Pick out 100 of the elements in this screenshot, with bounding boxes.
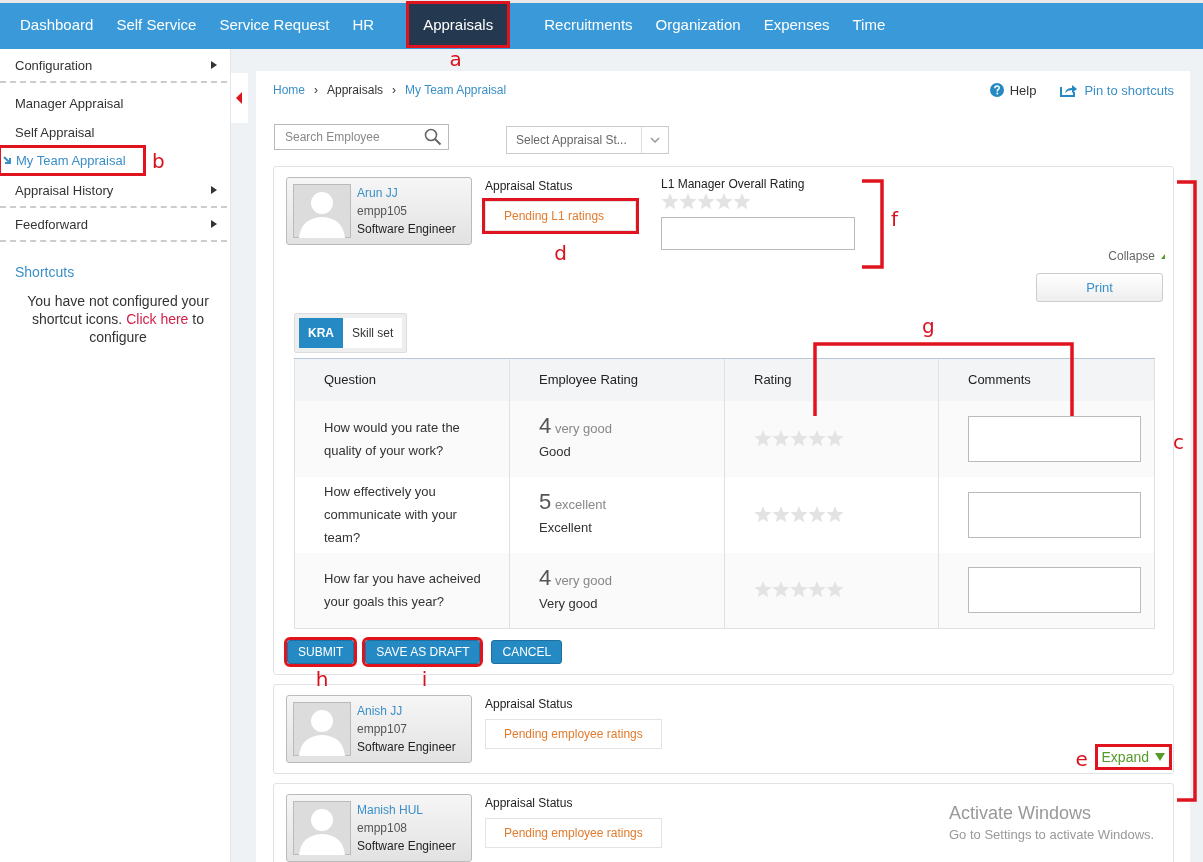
annotation-label: f bbox=[891, 209, 899, 229]
annotation-label: c bbox=[1173, 432, 1184, 452]
breadcrumb-link[interactable]: My Team Appraisal bbox=[405, 83, 507, 97]
status-label: Appraisal Status bbox=[485, 697, 574, 711]
breadcrumb-link[interactable]: Home bbox=[273, 83, 305, 97]
submit-button[interactable]: SUBMIT bbox=[287, 640, 355, 664]
comment-field[interactable] bbox=[968, 415, 1141, 462]
annotation-label: b bbox=[152, 151, 165, 171]
annotation-label: g bbox=[922, 316, 935, 336]
employee-code: empp107 bbox=[357, 721, 409, 738]
score-description: very good bbox=[554, 572, 612, 588]
expand-arrow-icon bbox=[1155, 753, 1165, 761]
star-icon bbox=[715, 193, 733, 211]
search-icon bbox=[424, 128, 442, 146]
employee-title: Software Engineer bbox=[357, 221, 456, 238]
share-icon bbox=[1060, 83, 1079, 97]
annotation-label: e bbox=[1075, 749, 1088, 769]
chevron-down-icon bbox=[650, 137, 660, 143]
star-icon bbox=[826, 505, 844, 524]
status-dropdown[interactable]: Select Appraisal St... bbox=[506, 126, 669, 154]
annotation-label: d bbox=[554, 243, 567, 263]
status-badge: Pending L1 ratings bbox=[485, 201, 636, 231]
toggle-link[interactable]: Expand bbox=[1097, 747, 1169, 767]
sidebar-item[interactable]: Feedforward bbox=[0, 208, 227, 242]
print-button[interactable]: Print bbox=[1036, 273, 1163, 302]
help-icon bbox=[989, 83, 1004, 97]
submenu-arrow-icon bbox=[211, 220, 217, 228]
submenu-arrow-icon bbox=[211, 186, 217, 194]
nav-tab[interactable]: Service Request bbox=[208, 3, 341, 46]
nav-tab[interactable]: HR bbox=[341, 3, 386, 46]
star-icon bbox=[754, 505, 772, 524]
help-link[interactable]: Help bbox=[1009, 82, 1037, 98]
employee-title: Software Engineer bbox=[357, 739, 456, 756]
employee-code: empp108 bbox=[357, 820, 409, 837]
status-badge: Pending employee ratings bbox=[485, 818, 662, 848]
breadcrumb-separator: › bbox=[314, 83, 318, 97]
star-icon bbox=[661, 193, 679, 211]
employee-comment: Excellent bbox=[539, 519, 593, 537]
activation-notice-title: Activate Windows bbox=[949, 803, 1093, 824]
question-cell: How effectively you communicate with your team? bbox=[294, 476, 510, 553]
star-icon bbox=[808, 505, 826, 524]
annotation-label: i bbox=[421, 669, 428, 689]
comment-field[interactable] bbox=[968, 491, 1141, 538]
score-description: excellent bbox=[554, 497, 607, 512]
status-label: Appraisal Status bbox=[485, 796, 574, 810]
configure-link[interactable]: Click here bbox=[126, 311, 189, 327]
nav-tab[interactable]: Recruitments bbox=[533, 3, 644, 46]
tab[interactable]: Skill set bbox=[343, 318, 403, 348]
cancel-button[interactable]: CANCEL bbox=[491, 640, 563, 664]
avatar-icon bbox=[293, 184, 351, 238]
employee-name[interactable]: Arun JJ bbox=[357, 184, 456, 202]
employee-score: 5 bbox=[539, 489, 552, 514]
collapse-sidebar-icon[interactable] bbox=[236, 92, 242, 104]
nav-tab[interactable]: Time bbox=[841, 3, 897, 46]
search-field[interactable]: Search Employee bbox=[274, 124, 449, 150]
shortcuts-heading: Shortcuts bbox=[15, 264, 76, 280]
nav-tab[interactable]: Organization bbox=[644, 3, 752, 46]
dropdown-placeholder: Select Appraisal St... bbox=[515, 133, 628, 147]
search-placeholder: Search Employee bbox=[285, 130, 380, 144]
nav-tab[interactable]: Dashboard bbox=[9, 3, 105, 46]
status-badge: Pending employee ratings bbox=[485, 719, 662, 749]
overall-rating-field[interactable] bbox=[661, 217, 855, 250]
employee-name[interactable]: Manish HUL bbox=[357, 801, 456, 819]
employee-comment: Very good bbox=[539, 594, 599, 613]
question-cell: How far you have acheived your goals this year? bbox=[294, 552, 510, 629]
shortcuts-message: You have not configured your shortcut icons. Click here to configure bbox=[26, 292, 210, 346]
employee-score: 4 bbox=[539, 564, 552, 590]
nav-tab[interactable]: Self Service bbox=[105, 3, 208, 46]
sidebar-item[interactable]: Appraisal History bbox=[0, 174, 227, 208]
score-description: very good bbox=[554, 421, 612, 436]
sidebar-item[interactable]: Configuration bbox=[0, 49, 227, 83]
breadcrumb-separator: › bbox=[392, 83, 397, 97]
sidebar-item[interactable]: My Team Appraisal bbox=[0, 147, 144, 174]
column-header: Comments bbox=[938, 358, 1155, 401]
pin-to-shortcuts-link[interactable]: Pin to shortcuts bbox=[1084, 82, 1174, 98]
submenu-arrow-icon bbox=[211, 61, 217, 69]
annotation-label: a bbox=[449, 49, 462, 69]
save-draft-button[interactable]: SAVE AS DRAFT bbox=[365, 640, 481, 664]
star-icon bbox=[733, 193, 751, 211]
overall-rating-label: L1 Manager Overall Rating bbox=[661, 177, 806, 191]
employee-score: 4 bbox=[539, 413, 552, 438]
nav-tab[interactable]: Appraisals bbox=[408, 3, 509, 46]
employee-title: Software Engineer bbox=[357, 838, 456, 855]
tab[interactable]: KRA bbox=[299, 318, 343, 348]
sidebar-item[interactable]: Self Appraisal bbox=[0, 118, 227, 147]
employee-comment: Good bbox=[539, 443, 572, 461]
collapse-arrow-icon bbox=[1161, 253, 1165, 259]
activation-notice-message: Go to Settings to activate Windows. bbox=[949, 827, 1155, 842]
avatar-icon bbox=[293, 702, 351, 756]
nav-tab[interactable]: Expenses bbox=[752, 3, 841, 46]
sidebar-item[interactable]: Manager Appraisal bbox=[0, 89, 227, 118]
comment-field[interactable] bbox=[968, 567, 1141, 614]
column-header: Question bbox=[294, 358, 510, 401]
status-label: Appraisal Status bbox=[485, 179, 574, 193]
star-icon bbox=[772, 505, 790, 524]
employee-name[interactable]: Anish JJ bbox=[357, 702, 456, 720]
star-icon bbox=[697, 193, 715, 211]
toggle-link[interactable]: Collapse bbox=[1108, 249, 1165, 263]
employee-code: empp105 bbox=[357, 203, 409, 220]
column-header: Rating bbox=[724, 358, 939, 401]
